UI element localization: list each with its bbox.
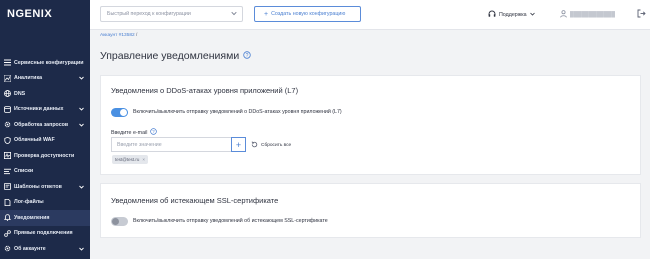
bell-icon bbox=[3, 214, 11, 222]
template-icon bbox=[3, 183, 11, 191]
sidebar-item-label: Списки bbox=[14, 168, 34, 175]
breadcrumb-account-link[interactable]: Аккаунт #13582 bbox=[100, 33, 135, 38]
ddos-toggle-label: Включить/выключить отправку уведомлений … bbox=[133, 109, 342, 115]
sidebar-item-label: Облачный WAF bbox=[14, 137, 55, 144]
sidebar-item-dns[interactable]: DNS bbox=[0, 86, 90, 102]
sidebar-item-label: Уведомления bbox=[14, 214, 50, 221]
ssl-notifications-toggle[interactable] bbox=[111, 217, 128, 226]
create-config-label: Создать новую конфигурацию bbox=[271, 11, 346, 17]
sidebar-item-lists[interactable]: Списки bbox=[0, 164, 90, 180]
close-icon[interactable]: × bbox=[142, 157, 145, 162]
ddos-card-title: Уведомления о DDoS-атаках уровня приложе… bbox=[111, 86, 299, 95]
sidebar-item-log-files[interactable]: Лог-файлы bbox=[0, 195, 90, 211]
chevron-down-icon bbox=[78, 246, 84, 252]
support-menu[interactable]: Поддержка bbox=[488, 10, 535, 20]
shield-icon bbox=[3, 136, 11, 144]
sidebar-item-analytics[interactable]: Аналитика bbox=[0, 71, 90, 87]
user-label: ████████████ bbox=[570, 12, 616, 18]
sidebar-item-response-templates[interactable]: Шаблоны ответов bbox=[0, 179, 90, 195]
sidebar-item-label: Сервисные конфигурации bbox=[14, 59, 84, 66]
ssl-card-title: Уведомления об истекающем SSL-сертификат… bbox=[111, 196, 279, 205]
help-icon[interactable]: ? bbox=[243, 50, 251, 62]
ssl-toggle-label: Включить/выключить отправку уведомлений … bbox=[133, 218, 328, 224]
pulse-icon bbox=[3, 152, 11, 160]
chevron-down-icon bbox=[231, 11, 237, 18]
user-icon bbox=[560, 10, 567, 20]
email-label-text: Введите e-mail bbox=[111, 129, 148, 136]
chart-icon bbox=[3, 74, 11, 82]
chevron-down-icon bbox=[78, 122, 84, 128]
file-icon bbox=[3, 198, 11, 206]
breadcrumb-separator: / bbox=[136, 33, 138, 38]
sidebar-item-direct-connections[interactable]: Прямые подключения bbox=[0, 226, 90, 242]
sidebar-item-label: Лог-файлы bbox=[14, 199, 44, 206]
help-icon[interactable]: ? bbox=[150, 128, 158, 137]
sidebar-item-label: Аналитика bbox=[14, 75, 43, 82]
gear-icon bbox=[3, 245, 11, 253]
list-icon bbox=[3, 59, 11, 67]
chevron-down-icon bbox=[529, 12, 535, 18]
sidebar-item-label: Проверка доступности bbox=[14, 152, 75, 159]
link-icon bbox=[3, 229, 11, 237]
page-title: Управление уведомлениями ? bbox=[100, 50, 251, 62]
chevron-down-icon bbox=[78, 75, 84, 81]
ddos-notifications-toggle[interactable] bbox=[111, 108, 128, 117]
toggle-knob bbox=[120, 109, 127, 116]
ddos-notifications-card: Уведомления о DDoS-атаках уровня приложе… bbox=[100, 75, 641, 175]
chevron-down-icon bbox=[78, 184, 84, 190]
sidebar: NGENIX Сервисные конфигурации Аналитика … bbox=[0, 0, 90, 259]
reset-icon bbox=[251, 141, 258, 150]
email-chip: test@test.ru × bbox=[112, 155, 148, 164]
logout-icon bbox=[637, 9, 646, 20]
quick-config-select[interactable]: Быстрый переход к конфигурации bbox=[100, 6, 243, 22]
sidebar-item-label: Шаблоны ответов bbox=[14, 183, 62, 190]
chevron-down-icon bbox=[78, 106, 84, 112]
add-email-button[interactable]: + bbox=[231, 137, 246, 152]
sidebar-item-label: DNS bbox=[14, 90, 26, 97]
reset-all-button[interactable]: Сбросить все bbox=[251, 141, 291, 150]
sidebar-item-notifications[interactable]: Уведомления bbox=[0, 210, 90, 226]
create-config-button[interactable]: + Создать новую конфигурацию bbox=[254, 6, 361, 22]
logout-button[interactable] bbox=[637, 9, 646, 20]
page-title-text: Управление уведомлениями bbox=[100, 50, 240, 62]
user-menu[interactable]: ████████████ bbox=[560, 10, 615, 20]
logo[interactable]: NGENIX bbox=[7, 8, 52, 20]
toggle-knob bbox=[112, 218, 119, 225]
sidebar-item-cloud-waf[interactable]: Облачный WAF bbox=[0, 133, 90, 149]
lines-icon bbox=[3, 167, 11, 175]
ssl-notifications-card: Уведомления об истекающем SSL-сертификат… bbox=[100, 183, 641, 238]
email-chip-text: test@test.ru bbox=[115, 157, 140, 162]
sidebar-item-request-processing[interactable]: Обработка запросов bbox=[0, 117, 90, 133]
sidebar-item-label: Об аккаунте bbox=[14, 245, 46, 252]
sidebar-item-label: Источники данных bbox=[14, 106, 64, 113]
quick-config-placeholder: Быстрый переход к конфигурации bbox=[107, 11, 191, 17]
sidebar-item-about-account[interactable]: Об аккаунте bbox=[0, 241, 90, 257]
sidebar-item-label: Обработка запросов bbox=[14, 121, 69, 128]
sidebar-item-service-configs[interactable]: Сервисные конфигурации bbox=[0, 55, 90, 71]
sidebar-item-availability-check[interactable]: Проверка доступности bbox=[0, 148, 90, 164]
svg-text:?: ? bbox=[246, 53, 249, 59]
svg-text:?: ? bbox=[153, 129, 156, 134]
sidebar-item-label: Прямые подключения bbox=[14, 230, 73, 237]
sidebar-nav: Сервисные конфигурации Аналитика DNS Ист… bbox=[0, 55, 90, 257]
globe-icon bbox=[3, 90, 11, 98]
breadcrumb: Аккаунт #13582 / bbox=[100, 33, 137, 38]
headset-icon bbox=[488, 10, 496, 20]
gear-icon bbox=[3, 121, 11, 129]
email-input[interactable] bbox=[111, 137, 231, 152]
topbar: Быстрый переход к конфигурации + Создать… bbox=[90, 0, 650, 30]
support-label: Поддержка bbox=[499, 12, 527, 18]
sidebar-item-data-sources[interactable]: Источники данных bbox=[0, 102, 90, 118]
database-icon bbox=[3, 105, 11, 113]
plus-icon: + bbox=[264, 10, 269, 18]
email-label: Введите e-mail ? bbox=[111, 128, 158, 137]
plus-icon: + bbox=[235, 139, 242, 150]
reset-all-label: Сбросить все bbox=[261, 143, 292, 148]
